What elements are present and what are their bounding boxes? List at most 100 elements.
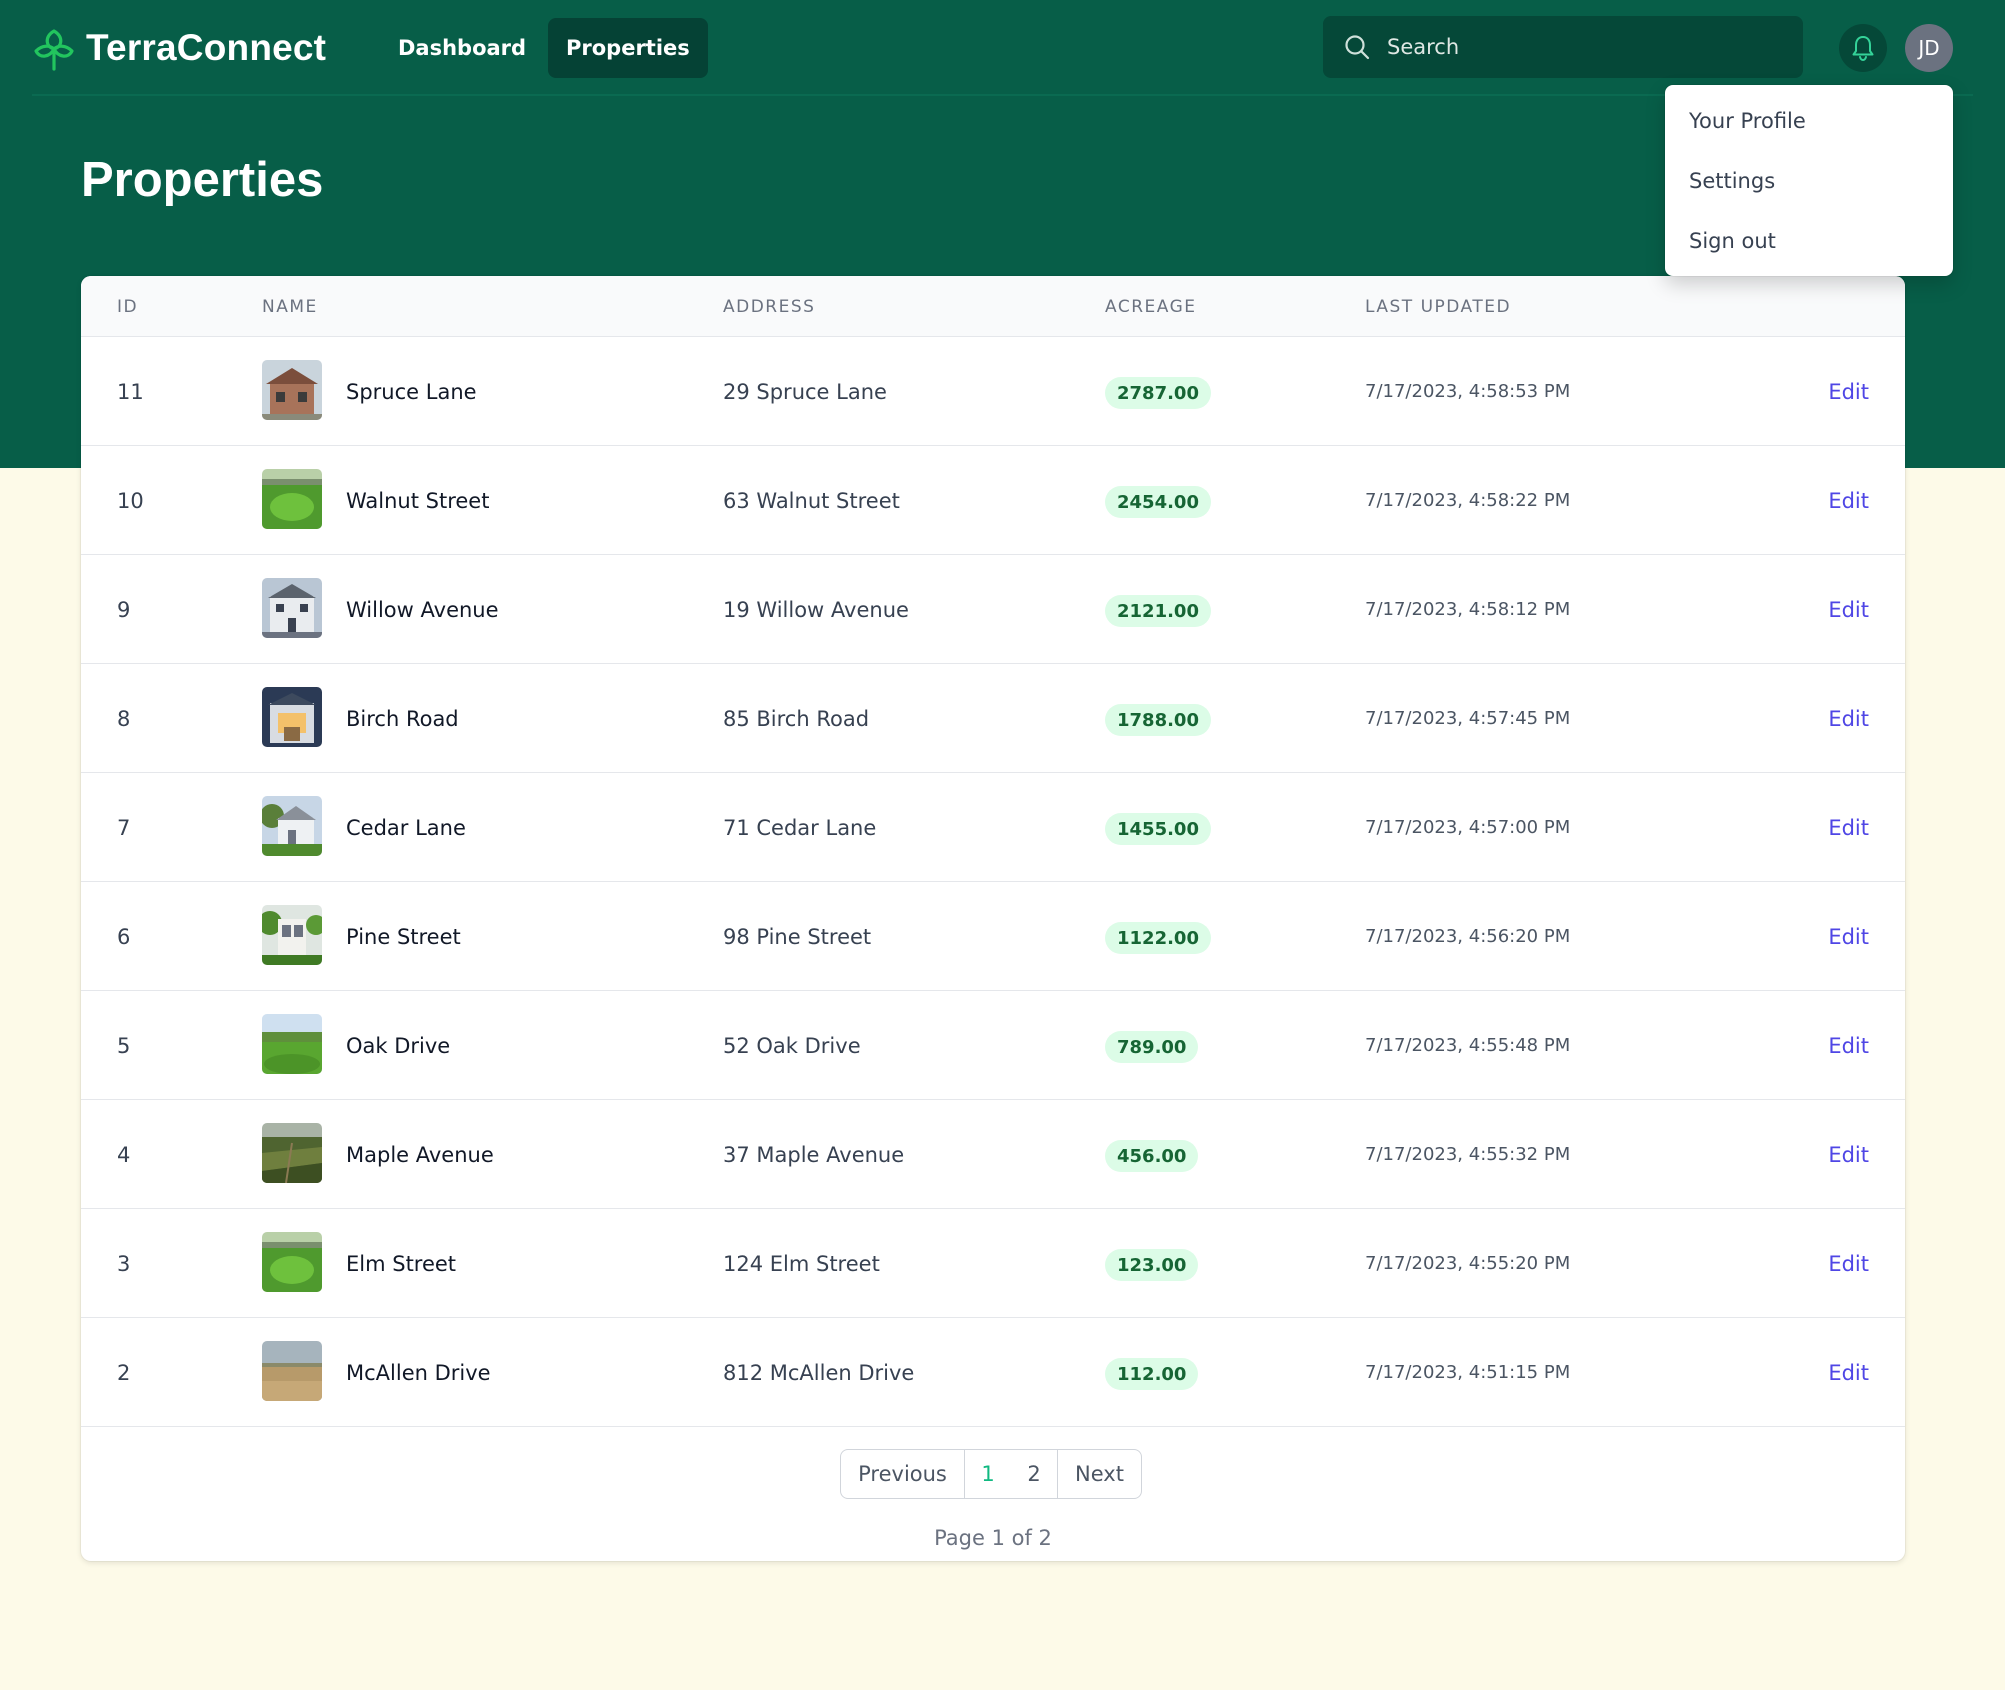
cell-name: McAllen Drive	[346, 1360, 491, 1385]
cell-address: 19 Willow Avenue	[723, 597, 909, 622]
edit-link[interactable]: Edit	[1828, 882, 1869, 991]
property-photo-green-field	[262, 469, 322, 529]
cell-id: 6	[117, 924, 131, 949]
cell-id: 10	[117, 488, 144, 513]
logo[interactable]: TerraConnect	[32, 20, 326, 76]
acreage-badge: 2454.00	[1105, 486, 1211, 518]
property-thumbnail	[262, 1014, 322, 1074]
property-photo-house-modern	[262, 905, 322, 965]
app-name: TerraConnect	[86, 27, 327, 68]
acreage-badge: 2787.00	[1105, 377, 1211, 409]
table-row: 3 Elm Street 124 Elm Street 123.00 7/17/2023…	[81, 1209, 1905, 1318]
cell-last-updated: 7/17/2023, 4:55:32 PM	[1365, 1144, 1571, 1165]
cell-name: Cedar Lane	[346, 815, 466, 840]
column-header-name: NAME	[262, 296, 318, 317]
page-info: Page 1 of 2	[934, 1526, 1052, 1550]
property-thumbnail	[262, 469, 322, 529]
page-2-button[interactable]: 2	[1011, 1450, 1057, 1498]
cell-last-updated: 7/17/2023, 4:57:45 PM	[1365, 708, 1571, 729]
cell-name: Elm Street	[346, 1251, 457, 1276]
edit-link[interactable]: Edit	[1828, 1318, 1869, 1427]
cell-name: Walnut Street	[346, 488, 490, 513]
property-thumbnail	[262, 1232, 322, 1292]
top-navigation-bar: TerraConnect Dashboard Properties JD	[0, 0, 2005, 96]
cell-name: Birch Road	[346, 706, 459, 731]
search-input[interactable]	[1387, 35, 1767, 59]
edit-link[interactable]: Edit	[1828, 1100, 1869, 1209]
acreage-badge: 456.00	[1105, 1140, 1199, 1172]
acreage-badge: 789.00	[1105, 1031, 1199, 1063]
cell-last-updated: 7/17/2023, 4:57:00 PM	[1365, 817, 1571, 838]
cell-name: Maple Avenue	[346, 1142, 494, 1167]
user-avatar[interactable]: JD	[1905, 24, 1953, 72]
property-thumbnail	[262, 1341, 322, 1401]
cell-id: 8	[117, 706, 131, 731]
property-photo-green-field	[262, 1232, 322, 1292]
cell-address: 37 Maple Avenue	[723, 1142, 905, 1167]
edit-link[interactable]: Edit	[1828, 1209, 1869, 1318]
column-header-address: ADDRESS	[723, 296, 816, 317]
property-photo-dry-field	[262, 1341, 322, 1401]
search-box[interactable]	[1323, 16, 1803, 78]
property-photo-house-white	[262, 578, 322, 638]
table-row: 6 Pine Street 98 Pine Street 1122.00 7/17/20…	[81, 882, 1905, 991]
cell-last-updated: 7/17/2023, 4:55:20 PM	[1365, 1253, 1571, 1274]
property-thumbnail	[262, 1123, 322, 1183]
edit-link[interactable]: Edit	[1828, 773, 1869, 882]
table-row: 10 Walnut Street 63 Walnut Street 2454.00 7/…	[81, 446, 1905, 555]
properties-table-card: ID NAME ADDRESS ACREAGE LAST UPDATED 11 S…	[81, 276, 1905, 1561]
acreage-badge: 123.00	[1105, 1249, 1199, 1281]
acreage-badge: 112.00	[1105, 1358, 1199, 1390]
edit-link[interactable]: Edit	[1828, 664, 1869, 773]
property-photo-house-trees	[262, 796, 322, 856]
table-row: 2 McAllen Drive 812 McAllen Drive 112.00 7/1…	[81, 1318, 1905, 1427]
cell-address: 52 Oak Drive	[723, 1033, 861, 1058]
property-thumbnail	[262, 905, 322, 965]
cell-id: 7	[117, 815, 131, 840]
notifications-button[interactable]	[1839, 24, 1887, 72]
nav-properties[interactable]: Properties	[548, 18, 708, 78]
edit-link[interactable]: Edit	[1828, 991, 1869, 1100]
cell-last-updated: 7/17/2023, 4:51:15 PM	[1365, 1362, 1571, 1383]
menu-item-sign-out[interactable]: Sign out	[1665, 211, 1953, 271]
table-row: 5 Oak Drive 52 Oak Drive 789.00 7/17/2023, 4…	[81, 991, 1905, 1100]
cell-id: 2	[117, 1360, 131, 1385]
acreage-badge: 1455.00	[1105, 813, 1211, 845]
cell-address: 98 Pine Street	[723, 924, 872, 949]
table-row: 9 Willow Avenue 19 Willow Avenue 2121.00 7/1…	[81, 555, 1905, 664]
edit-link[interactable]: Edit	[1828, 337, 1869, 446]
menu-item-settings[interactable]: Settings	[1665, 151, 1953, 211]
next-page-button[interactable]: Next	[1057, 1450, 1141, 1498]
property-photo-farmland	[262, 1123, 322, 1183]
column-header-acreage: ACREAGE	[1105, 296, 1197, 317]
cell-last-updated: 7/17/2023, 4:56:20 PM	[1365, 926, 1571, 947]
cell-id: 9	[117, 597, 131, 622]
cell-id: 4	[117, 1142, 131, 1167]
acreage-badge: 1122.00	[1105, 922, 1211, 954]
user-menu-dropdown: Your Profile Settings Sign out	[1665, 85, 1953, 276]
table-row: 11 Spruce Lane 29 Spruce Lane 2787.00 7/17/2…	[81, 337, 1905, 446]
table-row: 4 Maple Avenue 37 Maple Avenue 456.00 7/17/2…	[81, 1100, 1905, 1209]
cell-id: 11	[117, 379, 144, 404]
cell-address: 812 McAllen Drive	[723, 1360, 915, 1385]
cell-id: 3	[117, 1251, 131, 1276]
property-thumbnail	[262, 687, 322, 747]
cell-last-updated: 7/17/2023, 4:58:22 PM	[1365, 490, 1571, 511]
property-photo-house-brick	[262, 360, 322, 420]
property-photo-house-night	[262, 687, 322, 747]
previous-page-button[interactable]: Previous	[841, 1450, 965, 1498]
cell-last-updated: 7/17/2023, 4:58:12 PM	[1365, 599, 1571, 620]
nav-dashboard[interactable]: Dashboard	[380, 18, 544, 78]
edit-link[interactable]: Edit	[1828, 446, 1869, 555]
cell-id: 5	[117, 1033, 131, 1058]
cell-address: 71 Cedar Lane	[723, 815, 877, 840]
page-1-button[interactable]: 1	[965, 1450, 1011, 1498]
cell-address: 85 Birch Road	[723, 706, 870, 731]
edit-link[interactable]: Edit	[1828, 555, 1869, 664]
cell-name: Willow Avenue	[346, 597, 499, 622]
column-header-last-updated: LAST UPDATED	[1365, 296, 1512, 317]
search-icon	[1345, 35, 1370, 60]
menu-item-your-profile[interactable]: Your Profile	[1665, 91, 1953, 151]
cell-address: 63 Walnut Street	[723, 488, 900, 513]
cell-name: Spruce Lane	[346, 379, 477, 404]
